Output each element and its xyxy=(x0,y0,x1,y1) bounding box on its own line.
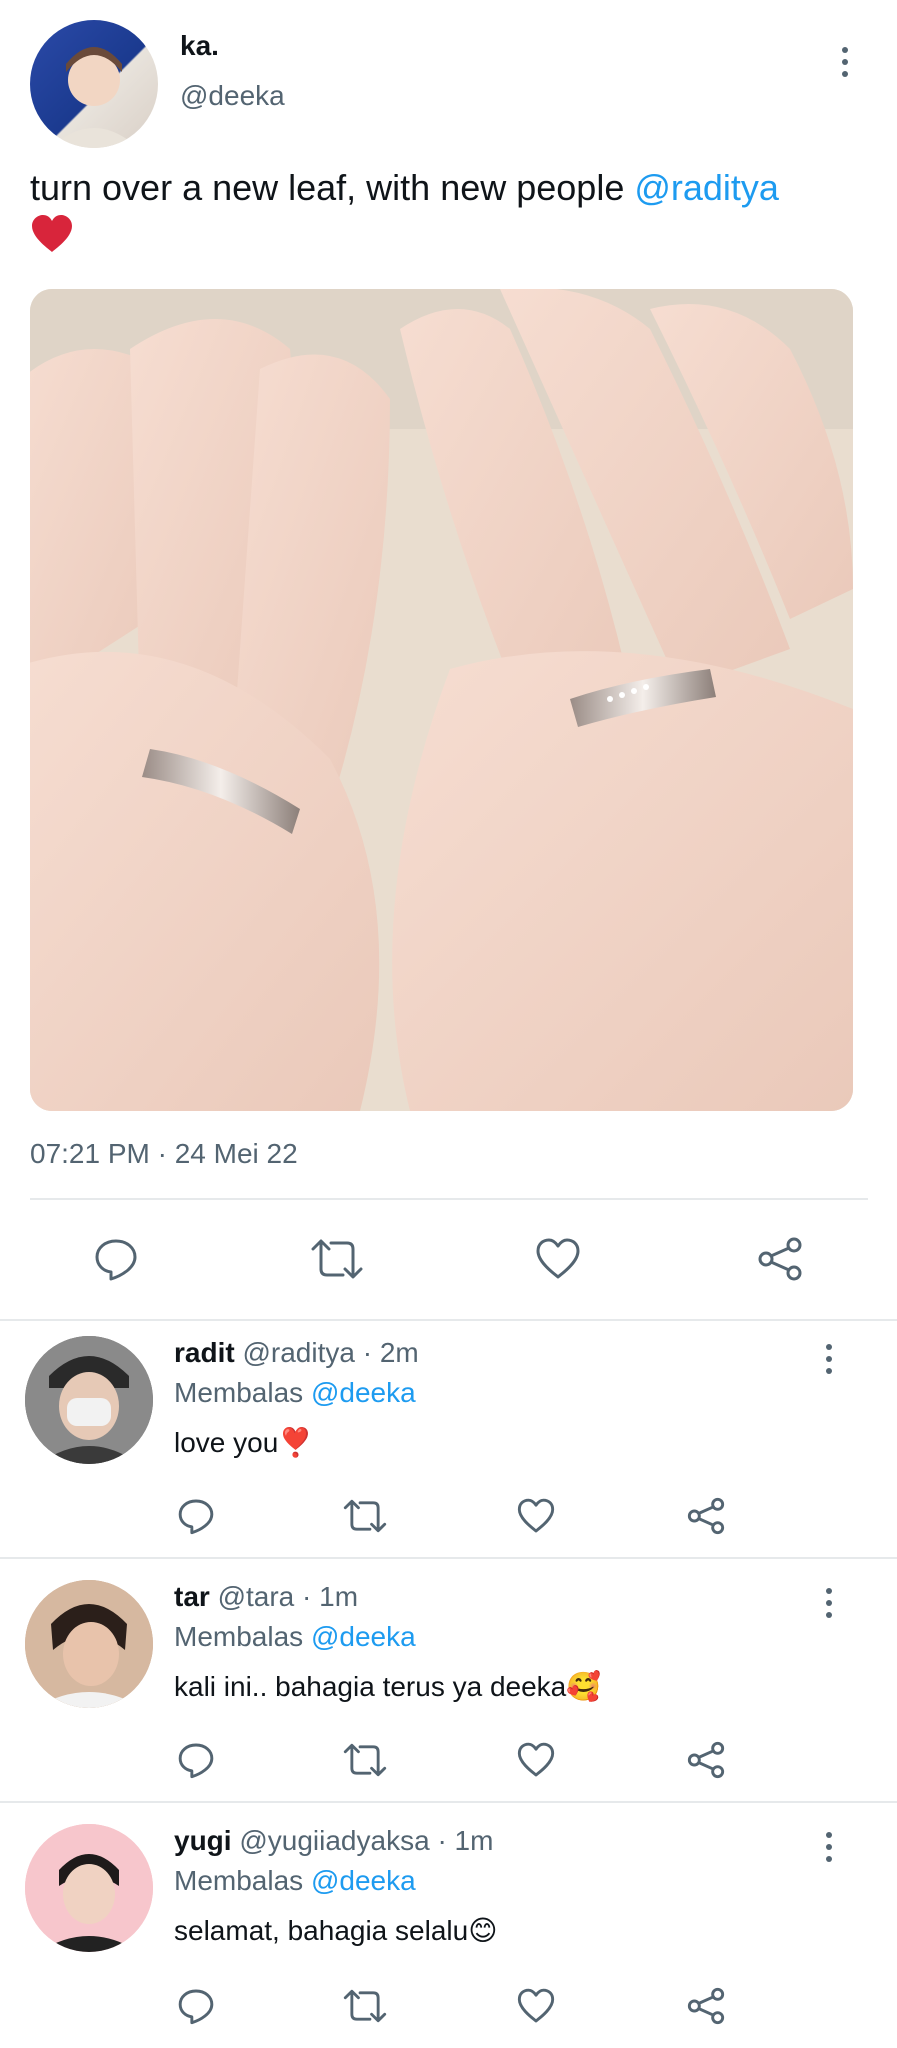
heart-icon[interactable] xyxy=(516,1496,556,1536)
reply-text: love you❣️ xyxy=(174,1426,313,1459)
heart-emoji xyxy=(30,214,74,259)
reply-name[interactable]: yugi xyxy=(174,1825,232,1856)
reply-time[interactable]: · 1m xyxy=(437,1825,493,1856)
share-icon[interactable] xyxy=(686,1740,726,1780)
reply-text: selamat, bahagia selalu😊 xyxy=(174,1914,497,1947)
reply-time[interactable]: · 1m xyxy=(302,1581,358,1612)
reply-text-body: love you xyxy=(174,1427,279,1458)
reply-divider xyxy=(0,1557,897,1559)
reply-icon[interactable] xyxy=(176,1740,216,1780)
post-image[interactable] xyxy=(30,289,853,1111)
heart-icon[interactable] xyxy=(516,1740,556,1780)
retweet-icon[interactable] xyxy=(342,1740,388,1780)
replying-label: Membalas xyxy=(174,1377,304,1408)
author-display-name[interactable]: ka. xyxy=(180,30,219,62)
share-icon[interactable] xyxy=(756,1235,804,1283)
share-icon[interactable] xyxy=(686,1496,726,1536)
retweet-icon[interactable] xyxy=(342,1496,388,1536)
reply-icon[interactable] xyxy=(176,1986,216,2026)
smiling-face-with-hearts-emoji: 🥰 xyxy=(566,1671,602,1702)
reply-time[interactable]: · 2m xyxy=(363,1337,419,1368)
reply-icon[interactable] xyxy=(176,1496,216,1536)
replying-to-link[interactable]: @deeka xyxy=(311,1377,416,1408)
reply-item[interactable]: radit @raditya · 2m Membalas @deeka love… xyxy=(0,1321,897,1557)
replying-to: Membalas @deeka xyxy=(174,1377,416,1409)
author-avatar[interactable] xyxy=(30,20,158,148)
more-vert-icon[interactable] xyxy=(823,1339,835,1379)
hands-with-rings-photo xyxy=(30,289,853,1111)
reply-handle[interactable]: @raditya xyxy=(242,1337,354,1368)
post-text: turn over a new leaf, with new people @r… xyxy=(30,166,830,210)
reply-divider xyxy=(0,1801,897,1803)
retweet-icon[interactable] xyxy=(342,1986,388,2026)
replying-to-link[interactable]: @deeka xyxy=(311,1865,416,1896)
replying-to-link[interactable]: @deeka xyxy=(311,1621,416,1652)
replying-to: Membalas @deeka xyxy=(174,1621,416,1653)
reply-name[interactable]: radit xyxy=(174,1337,235,1368)
reply-header: yugi @yugiiadyaksa · 1m xyxy=(174,1825,493,1857)
reply-avatar[interactable] xyxy=(25,1824,153,1952)
share-icon[interactable] xyxy=(686,1986,726,2026)
reply-text: kali ini.. bahagia terus ya deeka🥰 xyxy=(174,1670,601,1703)
timestamp-divider xyxy=(30,1198,868,1200)
more-vert-icon[interactable] xyxy=(823,1583,835,1623)
reply-item[interactable]: yugi @yugiiadyaksa · 1m Membalas @deeka … xyxy=(0,1809,897,2048)
replying-to: Membalas @deeka xyxy=(174,1865,416,1897)
reply-header: tar @tara · 1m xyxy=(174,1581,358,1613)
reply-handle[interactable]: @tara xyxy=(218,1581,295,1612)
reply-icon[interactable] xyxy=(92,1235,140,1283)
red-heart-icon xyxy=(32,215,72,252)
reply-text-body: selamat, bahagia selalu xyxy=(174,1915,469,1946)
reply-name[interactable]: tar xyxy=(174,1581,210,1612)
reply-avatar[interactable] xyxy=(25,1336,153,1464)
reply-avatar[interactable] xyxy=(25,1580,153,1708)
reply-header: radit @raditya · 2m xyxy=(174,1337,419,1369)
heart-exclamation-emoji: ❣️ xyxy=(278,1427,314,1458)
replying-label: Membalas xyxy=(174,1865,304,1896)
author-handle[interactable]: @deeka xyxy=(180,80,285,112)
post-text-body: turn over a new leaf, with new people xyxy=(30,167,635,208)
reply-item[interactable]: tar @tara · 1m Membalas @deeka kali ini.… xyxy=(0,1565,897,1801)
replying-label: Membalas xyxy=(174,1621,304,1652)
more-vert-icon[interactable] xyxy=(839,42,851,82)
reply-text-body: kali ini.. bahagia terus ya deeka xyxy=(174,1671,567,1702)
post-timestamp[interactable]: 07:21 PM · 24 Mei 22 xyxy=(30,1138,298,1170)
heart-icon[interactable] xyxy=(534,1235,582,1283)
reply-handle[interactable]: @yugiiadyaksa xyxy=(239,1825,429,1856)
smiling-face-emoji: 😊 xyxy=(468,1915,498,1946)
retweet-icon[interactable] xyxy=(309,1235,365,1283)
more-vert-icon[interactable] xyxy=(823,1827,835,1867)
mention-link[interactable]: @raditya xyxy=(634,167,779,208)
heart-icon[interactable] xyxy=(516,1986,556,2026)
